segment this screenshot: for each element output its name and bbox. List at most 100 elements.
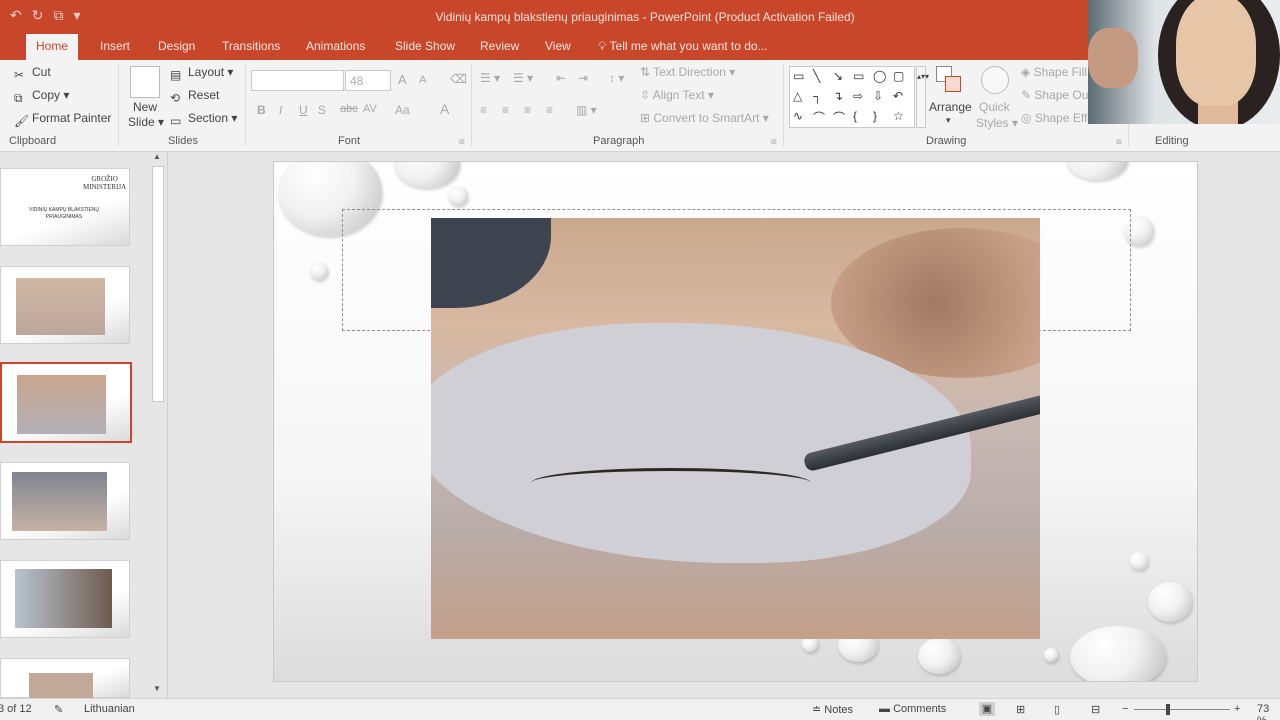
text-direction-button[interactable]: ⇅ Text Direction ▾ bbox=[640, 65, 735, 79]
reading-view-icon[interactable]: ▯ bbox=[1054, 703, 1060, 716]
format-painter-button[interactable]: 🖌︎ Format Painter bbox=[14, 111, 111, 128]
shape-outline-button[interactable]: ✎ Shape Ou bbox=[1021, 88, 1088, 102]
slide-thumbnail-2[interactable] bbox=[0, 266, 130, 344]
arc-shape-icon[interactable]: ⌒ bbox=[833, 109, 845, 126]
tab-review[interactable]: Review bbox=[480, 39, 519, 53]
right-arrow-shape-icon[interactable]: ⇨ bbox=[853, 89, 863, 103]
textbox-shape-icon[interactable]: ▭ bbox=[793, 69, 804, 83]
left-brace-shape-icon[interactable]: { bbox=[853, 109, 857, 123]
arrange-button[interactable]: Arrange bbox=[929, 100, 972, 114]
scroll-up-icon[interactable]: ▲ bbox=[153, 152, 161, 161]
tab-design[interactable]: Design bbox=[158, 39, 195, 53]
convert-smartart-button[interactable]: ⊞ Convert to SmartArt ▾ bbox=[640, 111, 769, 125]
italic-button[interactable]: I bbox=[279, 103, 282, 117]
align-text-label: Align Text bbox=[652, 88, 705, 102]
notes-button[interactable]: ≐ Notes bbox=[812, 703, 853, 716]
arrange-icon[interactable] bbox=[936, 66, 964, 96]
align-text-button[interactable]: ⇳ Align Text ▾ bbox=[640, 88, 714, 102]
align-center-icon[interactable]: ≡ bbox=[502, 103, 509, 117]
language-indicator[interactable]: Lithuanian bbox=[84, 703, 135, 715]
font-dialog-launcher-icon[interactable]: ⧈ bbox=[459, 136, 465, 147]
slide-thumbnail-4[interactable] bbox=[0, 462, 130, 540]
right-brace-shape-icon[interactable]: } bbox=[873, 109, 877, 123]
line-shape-icon[interactable]: ╲ bbox=[813, 69, 820, 83]
grow-font-button[interactable]: A bbox=[398, 72, 407, 87]
quick-styles-label-1[interactable]: Quick bbox=[979, 100, 1010, 114]
zoom-slider-thumb[interactable] bbox=[1166, 704, 1170, 715]
slide-photo[interactable] bbox=[431, 218, 1040, 639]
new-slide-button[interactable]: Slide ▾ bbox=[128, 115, 164, 129]
curve-shape-icon[interactable]: ⌒ bbox=[813, 109, 825, 126]
font-color-button[interactable]: A bbox=[440, 101, 449, 117]
columns-icon[interactable]: ▥ ▾ bbox=[576, 103, 597, 117]
reset-button[interactable]: ⟲ Reset bbox=[170, 88, 219, 105]
slide-thumbnail-1[interactable]: GROŽIO MINISTERIJA VIDINIŲ KAMPŲ BLAKSTIE… bbox=[0, 168, 130, 246]
align-left-icon[interactable]: ≡ bbox=[480, 103, 487, 117]
tab-home[interactable]: Home bbox=[26, 34, 79, 60]
strikethrough-button[interactable]: abc bbox=[340, 103, 358, 115]
bullets-icon[interactable]: ☰ ▾ bbox=[480, 71, 500, 85]
shadow-icon[interactable]: S bbox=[318, 103, 326, 117]
rectangle-shape-icon[interactable]: ▭ bbox=[853, 69, 864, 83]
zoom-out-icon[interactable]: − bbox=[1122, 703, 1128, 715]
slideshow-view-icon[interactable]: ⊟ bbox=[1091, 703, 1100, 716]
scrollbar-thumb[interactable] bbox=[152, 166, 164, 402]
slide-sorter-icon[interactable]: ⊞ bbox=[1016, 703, 1025, 716]
numbering-icon[interactable]: ☰ ▾ bbox=[513, 71, 533, 85]
new-slide-label-1[interactable]: New bbox=[133, 100, 157, 114]
slide-thumbnail-6[interactable] bbox=[0, 658, 130, 699]
normal-view-icon[interactable]: ▣ bbox=[979, 702, 995, 716]
shape-effects-button[interactable]: ◎ Shape Effe bbox=[1021, 111, 1094, 125]
elbow-connector-shape-icon[interactable]: ┐ bbox=[813, 89, 822, 103]
increase-indent-icon[interactable]: ⇥ bbox=[578, 71, 588, 85]
star-shape-icon[interactable]: ☆ bbox=[893, 109, 904, 123]
comments-button[interactable]: ▬ Comments bbox=[879, 703, 946, 715]
oval-shape-icon[interactable]: ◯ bbox=[873, 69, 886, 83]
tab-insert[interactable]: Insert bbox=[100, 39, 130, 53]
character-spacing-button[interactable]: AV bbox=[363, 103, 377, 115]
shapes-gallery[interactable]: ▭ ╲ ↘ ▭ ◯ ▢ △ ┐ ↴ ⇨ ⇩ ↶ ∿ ⌒ ⌒ { } ☆ bbox=[789, 66, 915, 128]
bold-button[interactable]: B bbox=[257, 103, 266, 117]
rounded-rectangle-shape-icon[interactable]: ▢ bbox=[893, 69, 904, 83]
slide-thumbnail-5[interactable] bbox=[0, 560, 130, 638]
shape-fill-button[interactable]: ◈ Shape Fill bbox=[1021, 65, 1087, 79]
underline-button[interactable]: U bbox=[299, 103, 308, 117]
align-right-icon[interactable]: ≡ bbox=[524, 103, 531, 117]
freeform-shape-icon[interactable]: ∿ bbox=[793, 109, 803, 123]
curved-arrow-shape-icon[interactable]: ↶ bbox=[893, 89, 903, 103]
section-button[interactable]: ▭ Section ▾ bbox=[170, 111, 237, 128]
paragraph-dialog-launcher-icon[interactable]: ⧈ bbox=[771, 136, 777, 147]
quick-styles-button[interactable]: Styles ▾ bbox=[976, 116, 1018, 130]
line-spacing-icon[interactable]: ↕ ▾ bbox=[609, 71, 624, 85]
clear-formatting-icon[interactable]: ⌫ bbox=[450, 72, 467, 86]
down-arrow-shape-icon[interactable]: ⇩ bbox=[873, 89, 883, 103]
justify-icon[interactable]: ≡ bbox=[546, 103, 553, 117]
tab-slide-show[interactable]: Slide Show bbox=[395, 39, 455, 53]
triangle-shape-icon[interactable]: △ bbox=[793, 89, 802, 103]
font-name-box[interactable] bbox=[251, 70, 344, 91]
copy-button[interactable]: ⧉ Copy ▾ bbox=[14, 88, 69, 105]
shapes-more-icon[interactable]: ▴▾▾ bbox=[916, 66, 929, 128]
tab-transitions[interactable]: Transitions bbox=[222, 39, 280, 53]
change-case-button[interactable]: Aa bbox=[395, 103, 410, 117]
font-size-box[interactable]: 48 bbox=[345, 70, 391, 91]
shrink-font-button[interactable]: A bbox=[419, 74, 426, 86]
scroll-down-icon[interactable]: ▼ bbox=[153, 684, 161, 693]
drawing-dialog-launcher-icon[interactable]: ⧈ bbox=[1116, 136, 1122, 147]
zoom-level[interactable]: 73 % bbox=[1257, 703, 1280, 720]
decrease-indent-icon[interactable]: ⇤ bbox=[556, 71, 566, 85]
elbow-arrow-shape-icon[interactable]: ↴ bbox=[833, 89, 843, 103]
zoom-in-icon[interactable]: + bbox=[1234, 703, 1240, 715]
tab-view[interactable]: View bbox=[545, 39, 571, 53]
cut-button[interactable]: ✂ Cut bbox=[14, 65, 51, 82]
tell-me-box[interactable]: 💡︎ Tell me what you want to do... bbox=[598, 39, 768, 54]
spellcheck-icon[interactable]: ✎ bbox=[54, 703, 63, 716]
new-slide-icon[interactable] bbox=[130, 66, 160, 98]
thumbnails-scrollbar[interactable]: ▲ ▼ bbox=[151, 152, 165, 698]
quick-styles-icon[interactable] bbox=[981, 66, 1009, 94]
zoom-slider[interactable] bbox=[1134, 709, 1230, 710]
slide-thumbnail-3[interactable] bbox=[0, 362, 132, 443]
tab-animations[interactable]: Animations bbox=[306, 39, 365, 53]
arrow-line-shape-icon[interactable]: ↘ bbox=[833, 69, 843, 83]
layout-button[interactable]: ▤ Layout ▾ bbox=[170, 65, 233, 82]
